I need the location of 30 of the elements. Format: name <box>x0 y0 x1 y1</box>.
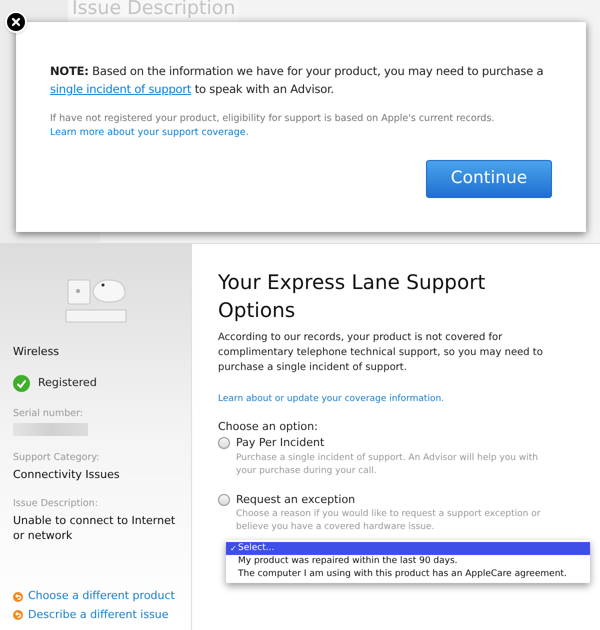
intro-text: According to our records, your product is not covered for complimentary telephone technical support, so you may need to purchase a single incident of support. <box>218 331 544 375</box>
back-arrow-icon <box>13 592 23 602</box>
product-drawing <box>64 278 126 324</box>
info-text: If have not registered your product, eligibility for support is based on Apple's current records. <box>50 112 496 126</box>
dropdown-option[interactable]: ✓Select... <box>226 542 590 555</box>
option-label: Pay Per Incident <box>236 435 324 451</box>
status-text: Registered <box>38 374 97 391</box>
back-arrow-icon <box>13 610 23 620</box>
choose-label: Choose an option: <box>218 418 319 434</box>
support-link[interactable]: single incident of support <box>50 82 192 96</box>
radio-button[interactable] <box>218 437 230 450</box>
coverage-info-link[interactable]: Learn about or update your coverage information. <box>218 393 590 406</box>
radio-button[interactable] <box>218 494 230 506</box>
option-label: Request an exception <box>236 492 356 508</box>
field-value: Unable to connect to Internet or network <box>13 513 176 544</box>
sidebar-link[interactable]: Choose a different product <box>28 588 175 605</box>
continue-button[interactable]: Continue <box>426 160 552 198</box>
note-text: NOTE: Based on the information we have for your product, you may need to purchase a single incident of support to speak with an Advisor. <box>50 63 544 98</box>
field-value: Connectivity Issues <box>13 467 121 482</box>
field-label: Issue Description: <box>13 497 99 511</box>
dropdown-option[interactable]: My product was repaired within the last 90 days. <box>226 555 590 568</box>
dropdown-option[interactable]: The computer I am using with this product has an AppleCare agreement. <box>226 568 590 581</box>
option-description: Purchase a single incident of support. An Advisor will help you with your purchase during your call. <box>236 452 539 478</box>
option-description: Choose a reason if you would like to request a support exception or believe you have a covered hardware issue. <box>236 508 542 534</box>
field-label: Serial number: <box>13 406 84 420</box>
field-label: Support Category: <box>13 450 100 465</box>
product-name: Wireless <box>13 344 60 360</box>
coverage-link[interactable]: Learn more about your support coverage. <box>50 126 552 140</box>
sidebar-link[interactable]: Describe a different issue <box>28 606 169 624</box>
page-title: Your Express Lane Support Options <box>218 269 486 324</box>
